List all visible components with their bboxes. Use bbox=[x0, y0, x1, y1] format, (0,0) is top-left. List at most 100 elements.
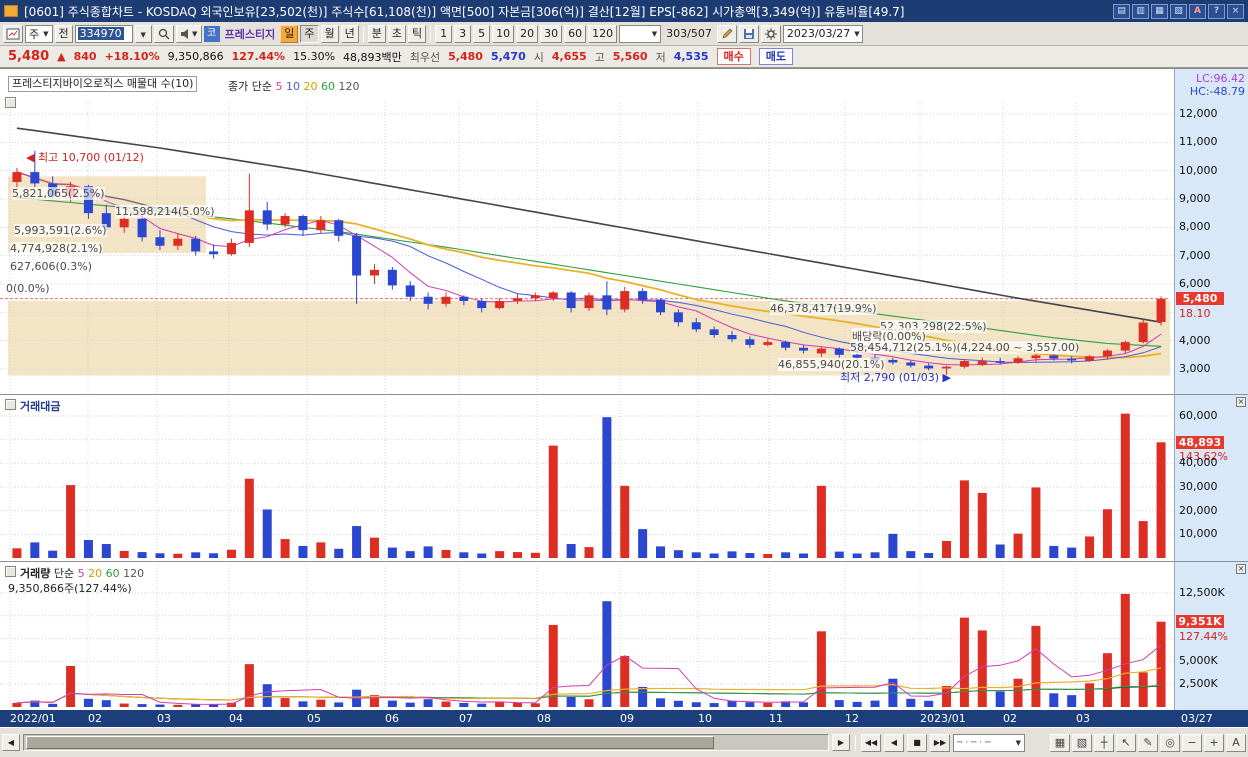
amount-value: 48,893백만 bbox=[343, 50, 402, 64]
volume-profile-label: 4,774,928(2.1%) bbox=[10, 242, 103, 255]
window-icon-3[interactable]: ▦ bbox=[1151, 3, 1168, 19]
date-input[interactable]: 2023/03/27 ▼ bbox=[782, 24, 863, 43]
chevron-down-icon: ▼ bbox=[191, 29, 198, 38]
axis-tick: 60,000 bbox=[1179, 409, 1218, 422]
axis-tick: 9,000 bbox=[1179, 192, 1211, 205]
pane-drag-handle-icon[interactable] bbox=[5, 97, 16, 108]
period-month-button[interactable]: 월 bbox=[320, 24, 339, 43]
time-axis-label: 02 bbox=[88, 712, 102, 725]
interval-3-button[interactable]: 3 bbox=[454, 24, 472, 43]
open-price: 4,655 bbox=[551, 50, 587, 63]
interval-10-button[interactable]: 10 bbox=[492, 24, 515, 43]
grid-tool-icon[interactable]: ▦ bbox=[1050, 733, 1070, 752]
lowest-price-note: 최저 2,790 (01/03) ▶ bbox=[840, 371, 951, 384]
volume-profile-label: 58,454,712(25.1%)(4,224.00 ~ 3,557.00) bbox=[850, 341, 1080, 354]
settings-button[interactable] bbox=[760, 24, 781, 43]
fast-forward-button[interactable]: ▶▶ bbox=[930, 733, 950, 752]
alert-sound-button[interactable]: ▼ bbox=[175, 24, 202, 43]
period-minute-button[interactable]: 분 bbox=[367, 24, 386, 43]
low-label: 저 bbox=[655, 50, 666, 64]
market-badge-kosdaq: 코 bbox=[203, 25, 220, 42]
chevron-down-icon: ▼ bbox=[43, 29, 49, 38]
amount-pane-title: 거래대금 bbox=[20, 400, 61, 413]
chart-mode-icon[interactable] bbox=[3, 24, 23, 43]
high-price: 5,560 bbox=[612, 50, 648, 63]
interval-30-button[interactable]: 30 bbox=[540, 24, 563, 43]
volume-ratio: 127.44% bbox=[231, 50, 286, 63]
pane-drag-handle-icon[interactable] bbox=[5, 399, 16, 410]
scroll-right-button[interactable]: ▶ bbox=[832, 734, 850, 751]
axis-tick: 5,000K bbox=[1179, 654, 1218, 668]
code-dropdown-button[interactable]: ▼ bbox=[134, 24, 152, 43]
period-tick-button[interactable]: 틱 bbox=[408, 24, 427, 43]
crosshair-tool-icon[interactable]: ┼ bbox=[1094, 733, 1114, 752]
window-title: [0601] 주식종합차트 - KOSDAQ 외국인보유[23,502(천)] … bbox=[24, 4, 905, 19]
cursor-tool-icon[interactable]: ↖ bbox=[1116, 733, 1136, 752]
volume-profile-label: 627,606(0.3%) bbox=[10, 260, 93, 273]
time-axis-label: 03 bbox=[157, 712, 171, 725]
time-axis-label: 03 bbox=[1076, 712, 1090, 725]
zoom-in-button[interactable]: + bbox=[1204, 733, 1224, 752]
amount-pane-close-icon[interactable]: × bbox=[1236, 397, 1246, 407]
volume-pane-close-icon[interactable]: × bbox=[1236, 564, 1246, 574]
current-price-pct: 18.10 bbox=[1179, 306, 1211, 320]
volume-ma-simple: 단순 bbox=[53, 567, 75, 580]
trading-amount-chart[interactable] bbox=[0, 394, 1174, 561]
chart-region: 프레스티지바이오로직스 매물대 수(10) 종가 단순 5 10 20 60 1… bbox=[0, 68, 1248, 711]
stop-button[interactable]: ■ bbox=[907, 733, 927, 752]
price-change: 840 bbox=[73, 50, 97, 63]
interval-1-button[interactable]: 1 bbox=[435, 24, 453, 43]
axis-tick: 4,000 bbox=[1179, 333, 1211, 347]
scroll-left-button[interactable]: ◀ bbox=[2, 734, 20, 751]
text-tool-button[interactable]: A bbox=[1226, 733, 1246, 752]
time-axis-label: 11 bbox=[769, 712, 783, 725]
buy-button[interactable]: 매수 bbox=[716, 48, 751, 65]
window-icon-4[interactable]: ▧ bbox=[1170, 3, 1187, 19]
volume-chart[interactable] bbox=[0, 561, 1174, 711]
step-back-button[interactable]: ◀ bbox=[884, 733, 904, 752]
pane-drag-handle-icon[interactable] bbox=[5, 566, 16, 577]
period-second-button[interactable]: 초 bbox=[387, 24, 406, 43]
draw-tool-button[interactable] bbox=[716, 24, 737, 43]
sell-button[interactable]: 매도 bbox=[758, 48, 793, 65]
interval-120-button[interactable]: 120 bbox=[588, 24, 618, 43]
prev-stock-button[interactable]: 전 bbox=[54, 24, 73, 43]
up-arrow-icon: ▲ bbox=[57, 50, 66, 63]
date-value: 2023/03/27 bbox=[786, 27, 851, 40]
period-week-button[interactable]: 주 bbox=[300, 24, 319, 43]
volume-profile-label: 11,598,214(5.0%) bbox=[115, 205, 215, 218]
window-icon-2[interactable]: ▥ bbox=[1132, 3, 1149, 19]
best-bid: 5,470 bbox=[490, 50, 526, 63]
disk-icon bbox=[743, 28, 754, 39]
period-year-button[interactable]: 년 bbox=[340, 24, 359, 43]
interval-dropdown[interactable]: ▼ bbox=[619, 24, 662, 43]
price-axis-panel: LC:96.42 HC:-48.79 5,480 18.10 48,893 14… bbox=[1174, 69, 1248, 711]
font-icon[interactable]: A bbox=[1189, 3, 1206, 19]
quote-bar: 5,480 ▲ 840 +18.10% 9,350,866 127.44% 15… bbox=[0, 46, 1248, 68]
interval-20-button[interactable]: 20 bbox=[516, 24, 539, 43]
close-icon[interactable]: × bbox=[1227, 3, 1244, 19]
stock-search-button[interactable] bbox=[153, 24, 174, 43]
target-tool-icon[interactable]: ◎ bbox=[1160, 733, 1180, 752]
period-dropdown[interactable]: 주 ▼ bbox=[25, 24, 53, 43]
chart-scrollbar[interactable] bbox=[23, 734, 829, 751]
zoom-out-button[interactable]: − bbox=[1182, 733, 1202, 752]
stock-code-input[interactable]: 334970 bbox=[74, 24, 133, 43]
lc-value: LC:96.42 bbox=[1195, 72, 1245, 85]
interval-60-button[interactable]: 60 bbox=[564, 24, 587, 43]
window-icon-1[interactable]: ▤ bbox=[1113, 3, 1130, 19]
plot-area[interactable]: 프레스티지바이오로직스 매물대 수(10) 종가 단순 5 10 20 60 1… bbox=[0, 69, 1174, 711]
help-icon[interactable]: ? bbox=[1208, 3, 1225, 19]
line-style-dropdown[interactable]: ─ · ─ · ─ ▼ bbox=[953, 733, 1025, 752]
period-day-button[interactable]: 일 bbox=[280, 24, 299, 43]
chevron-down-icon: ▼ bbox=[140, 30, 146, 39]
scrollbar-thumb[interactable] bbox=[26, 736, 714, 749]
layout-tool-icon[interactable]: ▧ bbox=[1072, 733, 1092, 752]
draw-tool-icon[interactable]: ✎ bbox=[1138, 733, 1158, 752]
volume-profile-label: 0(0.0%) bbox=[6, 282, 50, 295]
pane-separator bbox=[1175, 394, 1248, 395]
vol-ma5-label: 5 bbox=[77, 567, 85, 580]
rewind-button[interactable]: ◀◀ bbox=[861, 733, 881, 752]
interval-5-button[interactable]: 5 bbox=[473, 24, 491, 43]
save-button[interactable] bbox=[738, 24, 759, 43]
